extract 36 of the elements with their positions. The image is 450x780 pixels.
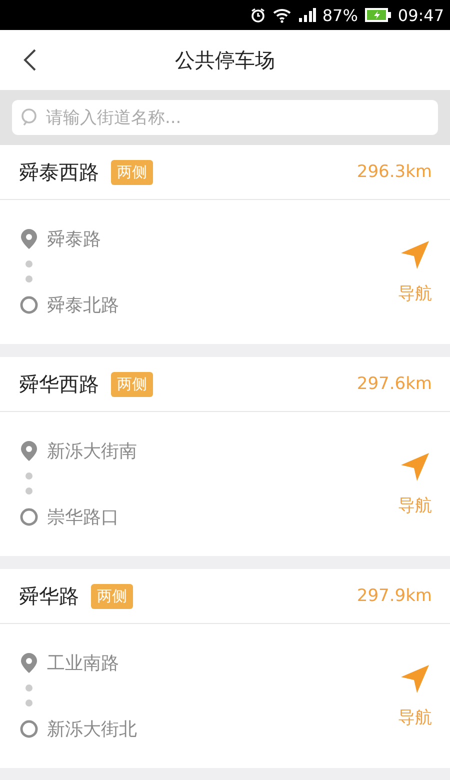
alarm-icon: [250, 7, 266, 23]
search-bar[interactable]: 请输入街道名称...: [12, 100, 438, 135]
start-street: 新泺大街南: [47, 440, 137, 463]
side-tag: 两侧: [111, 372, 153, 396]
battery-icon: [364, 7, 392, 23]
distance: 296.3km: [356, 162, 432, 182]
signal-icon: [298, 7, 316, 23]
battery-percent: 87%: [322, 6, 358, 24]
arrow-icon: [400, 240, 430, 270]
page-title: 公共停车场: [175, 46, 275, 74]
distance: 297.6km: [356, 374, 432, 394]
side-tag: 两侧: [91, 584, 133, 608]
end-street: 舜泰北路: [47, 294, 119, 317]
back-icon: [23, 48, 37, 72]
end-street: 崇华路口: [47, 506, 119, 529]
street-name: 舜华路: [19, 582, 79, 610]
street-name: 舜华西路: [19, 370, 99, 398]
start-street: 舜泰路: [47, 228, 101, 251]
street-name: 舜泰西路: [19, 158, 99, 186]
location-pin-icon: [20, 440, 38, 462]
parking-card[interactable]: 舜华路 两侧 297.9km 工业南路 新泺大街北 导航: [0, 569, 450, 768]
circle-icon: [20, 296, 38, 314]
location-pin-icon: [20, 652, 38, 674]
distance: 297.9km: [356, 586, 432, 606]
wifi-icon: [272, 7, 292, 23]
start-street: 工业南路: [47, 652, 119, 675]
side-tag: 两侧: [111, 160, 153, 184]
parking-card[interactable]: 舜泰西路 两侧 296.3km 舜泰路 舜泰北路 导航: [0, 145, 450, 344]
parking-card[interactable]: 舜华西路 两侧 297.6km 新泺大街南 崇华路口 导航: [0, 357, 450, 556]
arrow-icon: [400, 664, 430, 694]
status-time: 09:47: [398, 6, 444, 24]
arrow-icon: [400, 452, 430, 482]
location-pin-icon: [20, 228, 38, 250]
circle-icon: [20, 508, 38, 526]
circle-icon: [20, 720, 38, 738]
end-street: 新泺大街北: [47, 718, 137, 741]
